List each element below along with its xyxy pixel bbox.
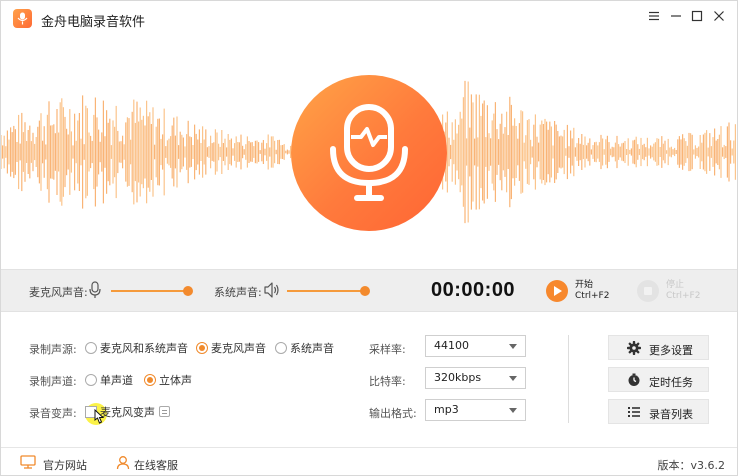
recording-timer: 00:00:00 [431,279,516,301]
voice-change-option-label: 麦克风变声 [100,406,155,419]
stop-button-label[interactable]: 停止 Ctrl+F2 [666,280,700,302]
menu-icon[interactable] [646,10,662,26]
more-settings-label: 更多设置 [649,344,693,357]
output-format-select[interactable]: mp3 [425,399,526,421]
stop-label: 停止 [666,280,685,290]
mic-volume-slider[interactable] [111,290,187,292]
start-label: 开始 [575,280,594,290]
app-logo [13,9,32,28]
online-support-link[interactable]: 在线客服 [134,457,178,473]
voice-change-label: 录音变声: [29,407,77,420]
radio-mono[interactable]: 单声道 [85,372,133,388]
window-title: 金舟电脑录音软件 [41,15,146,30]
gear-icon [627,341,641,355]
maximize-icon[interactable] [689,10,705,26]
microphone-icon [89,281,101,298]
control-bar: 麦克风声音: 系统声音: 00:00:00 开始 Ctrl+F2 停止 Ctrl… [1,269,737,312]
radio-stereo-label: 立体声 [159,374,192,387]
radio-circle[interactable] [85,342,97,354]
more-settings-button[interactable]: 更多设置 [608,335,709,360]
system-volume-label: 系统声音: [214,286,262,299]
bit-rate-label: 比特率: [369,375,406,388]
minimize-icon[interactable] [668,10,684,26]
mic-volume-handle[interactable] [183,286,193,296]
settings-panel: 录制声源: 麦克风和系统声音 麦克风声音 系统声音 录制声道: 单声道 立体声 … [1,313,737,447]
start-button-label[interactable]: 开始 Ctrl+F2 [575,280,609,302]
microphone-icon [330,104,408,201]
official-site-link[interactable]: 官方网站 [43,457,87,473]
channel-label: 录制声道: [29,375,77,388]
monitor-icon [20,455,36,469]
recording-list-button[interactable]: 录音列表 [608,399,709,424]
scheduled-task-label: 定时任务 [649,376,693,389]
radio-mono-label: 单声道 [100,374,133,387]
radio-circle-selected[interactable] [144,374,156,386]
list-icon [628,407,640,417]
sample-rate-label: 采样率: [369,343,406,356]
version-text: 版本：v3.6.2 [657,459,726,472]
radio-system-only[interactable]: 系统声音 [275,340,334,356]
recording-list-label: 录音列表 [649,408,693,421]
close-icon[interactable] [711,10,727,26]
stop-button[interactable] [637,280,659,302]
waveform-area [1,35,737,269]
footer-bar: 官方网站 在线客服 版本：v3.6.2 [1,447,737,475]
radio-mic-only-label: 麦克风声音 [211,342,266,355]
record-visual-button[interactable] [291,75,447,231]
app-window: 金舟电脑录音软件 麦克风声音: 系统声音: 00:00:00 开始 Ctrl+F… [0,0,738,476]
voice-settings-icon[interactable] [159,406,170,417]
divider [568,335,569,423]
output-format-label: 输出格式: [369,407,417,420]
support-agent-icon [116,456,130,470]
sample-rate-select[interactable]: 44100 [425,335,526,357]
radio-circle-selected[interactable] [196,342,208,354]
mouse-pointer-icon [94,409,105,424]
speaker-icon [264,282,279,298]
radio-mic-and-system-label: 麦克风和系统声音 [100,342,188,355]
microphone-icon [17,12,28,25]
radio-system-only-label: 系统声音 [290,342,334,355]
scheduled-task-button[interactable]: 定时任务 [608,367,709,392]
system-volume-slider[interactable] [287,290,365,292]
radio-mic-and-system[interactable]: 麦克风和系统声音 [85,340,188,356]
source-label: 录制声源: [29,343,77,356]
radio-mic-only[interactable]: 麦克风声音 [196,340,266,356]
start-shortcut: Ctrl+F2 [575,291,610,301]
start-button[interactable] [546,280,568,302]
mic-volume-label: 麦克风声音: [29,286,88,299]
radio-circle[interactable] [85,374,97,386]
stop-shortcut: Ctrl+F2 [666,291,701,301]
system-volume-handle[interactable] [360,286,370,296]
title-bar: 金舟电脑录音软件 [1,1,737,35]
radio-stereo[interactable]: 立体声 [144,372,192,388]
radio-circle[interactable] [275,342,287,354]
bit-rate-select[interactable]: 320kbps [425,367,526,389]
clock-icon [628,373,640,386]
